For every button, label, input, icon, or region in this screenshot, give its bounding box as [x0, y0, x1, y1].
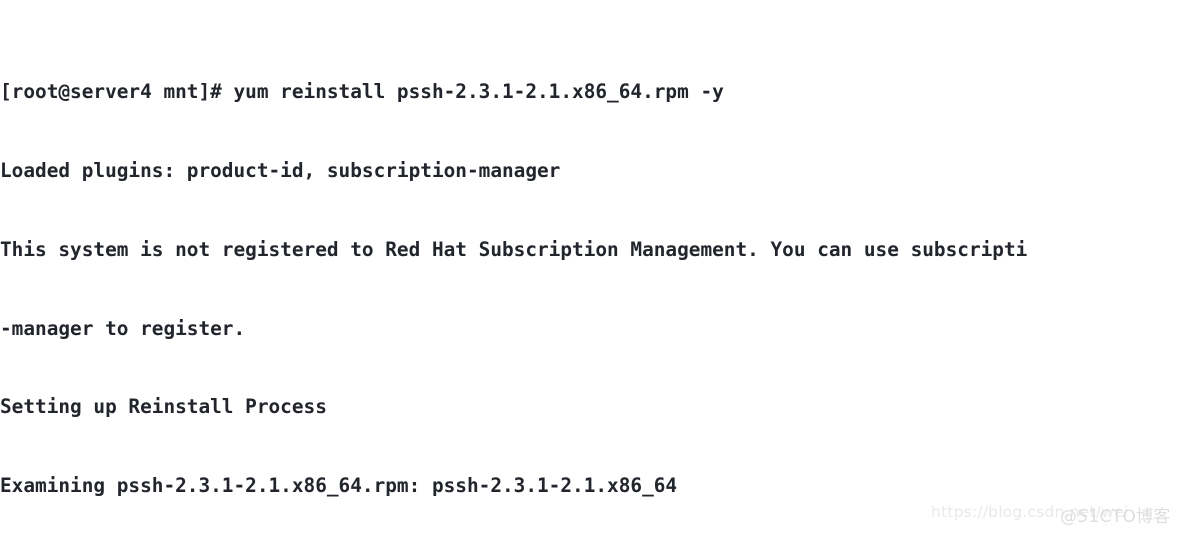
terminal-line-not-registered: This system is not registered to Red Hat…: [0, 237, 1028, 261]
terminal-window[interactable]: [root@server4 mnt]# yum reinstall pssh-2…: [0, 0, 1184, 540]
terminal-line-examining: Examining pssh-2.3.1-2.1.x86_64.rpm: pss…: [0, 474, 678, 498]
terminal-screen[interactable]: [root@server4 mnt]# yum reinstall pssh-2…: [0, 0, 1184, 540]
terminal-line-setting-up: Setting up Reinstall Process: [0, 395, 327, 419]
terminal-line-not-registered-cont: -manager to register.: [0, 316, 246, 340]
terminal-line-loaded-plugins: Loaded plugins: product-id, subscription…: [0, 158, 561, 182]
terminal-line-prompt-command: [root@server4 mnt]# yum reinstall pssh-2…: [0, 79, 724, 103]
